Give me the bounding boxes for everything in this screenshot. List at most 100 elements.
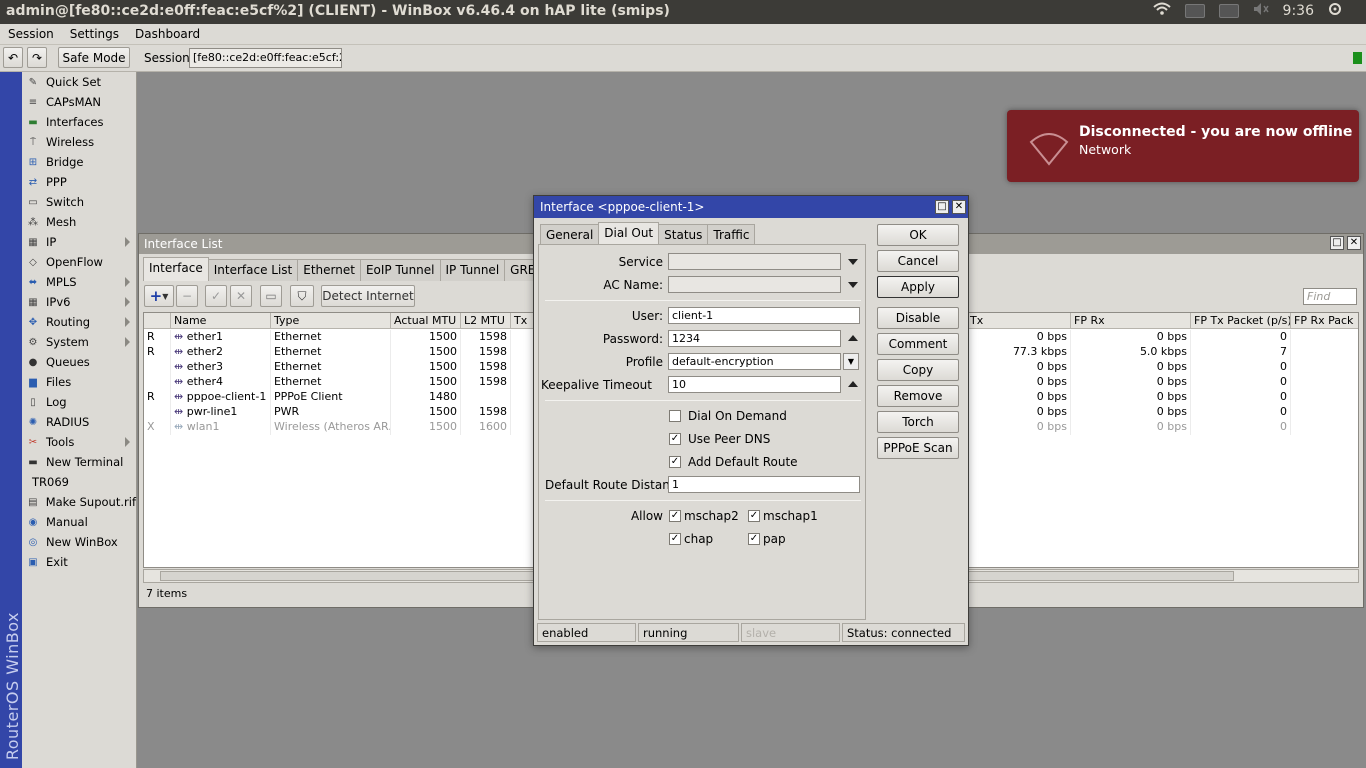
session-field[interactable]: [fe80::ce2d:e0ff:feac:e5cf:2] bbox=[189, 48, 342, 68]
close-button[interactable]: ✕ bbox=[1347, 236, 1361, 250]
sidebar-item-capsman[interactable]: ≡ CAPsMAN bbox=[22, 92, 136, 112]
detect-internet-button[interactable]: Detect Internet bbox=[321, 285, 415, 307]
cell-fptxp: 0 bbox=[1191, 330, 1291, 345]
dialog-maximize-button[interactable]: □ bbox=[935, 200, 949, 214]
offline-notification[interactable]: Disconnected - you are now offline Netwo… bbox=[1007, 110, 1359, 182]
password-input[interactable]: 1234 bbox=[668, 330, 841, 347]
volume-icon[interactable] bbox=[1253, 2, 1269, 20]
column-fp-tx-packet[interactable]: FP Tx Packet (p/s) bbox=[1191, 313, 1291, 329]
disable-button[interactable]: Disable bbox=[877, 307, 959, 329]
sidebar-item-manual[interactable]: ◉ Manual bbox=[22, 512, 136, 532]
tab-dial-out[interactable]: Dial Out bbox=[598, 222, 660, 246]
use-peer-dns-checkbox[interactable]: ✓ bbox=[669, 433, 681, 445]
user-input[interactable]: client-1 bbox=[668, 307, 860, 324]
sidebar-item-log[interactable]: ▯ Log bbox=[22, 392, 136, 412]
sidebar-item-system[interactable]: ⚙ System bbox=[22, 332, 136, 352]
remove-button[interactable]: − bbox=[176, 285, 198, 307]
comment-button[interactable]: Comment bbox=[877, 333, 959, 355]
service-dropdown-icon[interactable] bbox=[848, 259, 858, 265]
keepalive-collapse-icon[interactable] bbox=[848, 381, 858, 387]
comment-button[interactable]: ▭ bbox=[260, 285, 282, 307]
pap-checkbox[interactable]: ✓ bbox=[748, 533, 760, 545]
enable-button[interactable]: ✓ bbox=[205, 285, 227, 307]
menu-session[interactable]: Session bbox=[8, 27, 54, 41]
redo-button[interactable]: ↷ bbox=[27, 47, 47, 68]
add-button[interactable]: + ▼ bbox=[144, 285, 174, 307]
sidebar-item-ppp[interactable]: ⇄ PPP bbox=[22, 172, 136, 192]
add-default-route-checkbox[interactable]: ✓ bbox=[669, 456, 681, 468]
column-fp-rx-packet[interactable]: FP Rx Pack bbox=[1291, 313, 1358, 329]
mschap2-checkbox[interactable]: ✓ bbox=[669, 510, 681, 522]
sidebar-item-wireless[interactable]: ⍑ Wireless bbox=[22, 132, 136, 152]
menu-dashboard[interactable]: Dashboard bbox=[135, 27, 200, 41]
sidebar-item-ipv6[interactable]: ▦ IPv6 bbox=[22, 292, 136, 312]
power-gear-icon[interactable] bbox=[1328, 2, 1342, 20]
sidebar-item-new-winbox[interactable]: ◎ New WinBox bbox=[22, 532, 136, 552]
profile-select[interactable]: default-encryption bbox=[668, 353, 841, 370]
column-l2-mtu[interactable]: L2 MTU bbox=[461, 313, 511, 329]
keyboard-icon[interactable] bbox=[1184, 4, 1205, 18]
maximize-button[interactable]: □ bbox=[1330, 236, 1344, 250]
chap-checkbox[interactable]: ✓ bbox=[669, 533, 681, 545]
tab-ethernet[interactable]: Ethernet bbox=[297, 259, 361, 281]
tab-eoip-tunnel[interactable]: EoIP Tunnel bbox=[359, 259, 441, 281]
tab-traffic[interactable]: Traffic bbox=[707, 224, 756, 246]
wifi-icon[interactable] bbox=[1152, 2, 1171, 20]
disable-button[interactable]: ✕ bbox=[230, 285, 252, 307]
sidebar-item-routing[interactable]: ✥ Routing bbox=[22, 312, 136, 332]
tab-ip-tunnel[interactable]: IP Tunnel bbox=[439, 259, 506, 281]
default-route-distance-input[interactable]: 1 bbox=[668, 476, 860, 493]
sidebar-item-quick-set[interactable]: ✎ Quick Set bbox=[22, 72, 136, 92]
tab-general[interactable]: General bbox=[540, 224, 600, 246]
dialog-close-button[interactable]: ✕ bbox=[952, 200, 966, 214]
sidebar-item-interfaces[interactable]: ▬ Interfaces bbox=[22, 112, 136, 132]
sidebar-item-mpls[interactable]: ⬌ MPLS bbox=[22, 272, 136, 292]
clock[interactable]: 9:36 bbox=[1283, 3, 1314, 19]
menu-settings[interactable]: Settings bbox=[70, 27, 119, 41]
column-tx-right[interactable]: Tx bbox=[967, 313, 1071, 329]
safe-mode-button[interactable]: Safe Mode bbox=[58, 47, 130, 68]
column-actual-mtu[interactable]: Actual MTU bbox=[391, 313, 461, 329]
sidebar-item-new-terminal[interactable]: ▬ New Terminal bbox=[22, 452, 136, 472]
torch-button[interactable]: Torch bbox=[877, 411, 959, 433]
sidebar-item-queues[interactable]: ● Queues bbox=[22, 352, 136, 372]
column-type[interactable]: Type bbox=[271, 313, 391, 329]
mschap1-checkbox[interactable]: ✓ bbox=[748, 510, 760, 522]
sidebar-item-radius[interactable]: ✺ RADIUS bbox=[22, 412, 136, 432]
sidebar-item-ip[interactable]: ▦ IP bbox=[22, 232, 136, 252]
sidebar-item-exit[interactable]: ▣ Exit bbox=[22, 552, 136, 572]
dial-on-demand-checkbox[interactable] bbox=[669, 410, 681, 422]
pppoe-scan-button[interactable]: PPPoE Scan bbox=[877, 437, 959, 459]
password-toggle-icon[interactable] bbox=[848, 335, 858, 341]
profile-dropdown-button[interactable]: ▼ bbox=[843, 353, 859, 370]
column-name[interactable]: Name bbox=[171, 313, 271, 329]
ac-name-input[interactable] bbox=[668, 276, 841, 293]
column-fp-rx[interactable]: FP Rx bbox=[1071, 313, 1191, 329]
sidebar-item-files[interactable]: ▆ Files bbox=[22, 372, 136, 392]
filter-button[interactable]: ⛉ bbox=[290, 285, 314, 307]
sidebar-item-mesh[interactable]: ⁂ Mesh bbox=[22, 212, 136, 232]
ok-button[interactable]: OK bbox=[877, 224, 959, 246]
copy-button[interactable]: Copy bbox=[877, 359, 959, 381]
sidebar-item-tools[interactable]: ✂ Tools bbox=[22, 432, 136, 452]
sidebar-item-switch[interactable]: ▭ Switch bbox=[22, 192, 136, 212]
battery-icon[interactable] bbox=[1218, 4, 1239, 18]
cancel-button[interactable]: Cancel bbox=[877, 250, 959, 272]
apply-button[interactable]: Apply bbox=[877, 276, 959, 298]
service-input[interactable] bbox=[668, 253, 841, 270]
undo-button[interactable]: ↶ bbox=[3, 47, 23, 68]
remove-button[interactable]: Remove bbox=[877, 385, 959, 407]
ac-name-dropdown-icon[interactable] bbox=[848, 282, 858, 288]
sidebar-item-bridge[interactable]: ⊞ Bridge bbox=[22, 152, 136, 172]
tab-status[interactable]: Status bbox=[658, 224, 709, 246]
sidebar-item-tr069[interactable]: TR069 bbox=[22, 472, 136, 492]
cell-l2mtu: 1600 bbox=[461, 420, 511, 435]
tab-interface-list[interactable]: Interface List bbox=[207, 259, 299, 281]
sidebar-item-make-supout[interactable]: ▤ Make Supout.rif bbox=[22, 492, 136, 512]
use-peer-dns-check: ✓ bbox=[670, 433, 680, 444]
column-flag[interactable] bbox=[144, 313, 171, 329]
keepalive-input[interactable]: 10 bbox=[668, 376, 841, 393]
find-input[interactable]: Find bbox=[1303, 288, 1357, 305]
tab-interface[interactable]: Interface bbox=[143, 257, 209, 281]
sidebar-item-openflow[interactable]: ◇ OpenFlow bbox=[22, 252, 136, 272]
